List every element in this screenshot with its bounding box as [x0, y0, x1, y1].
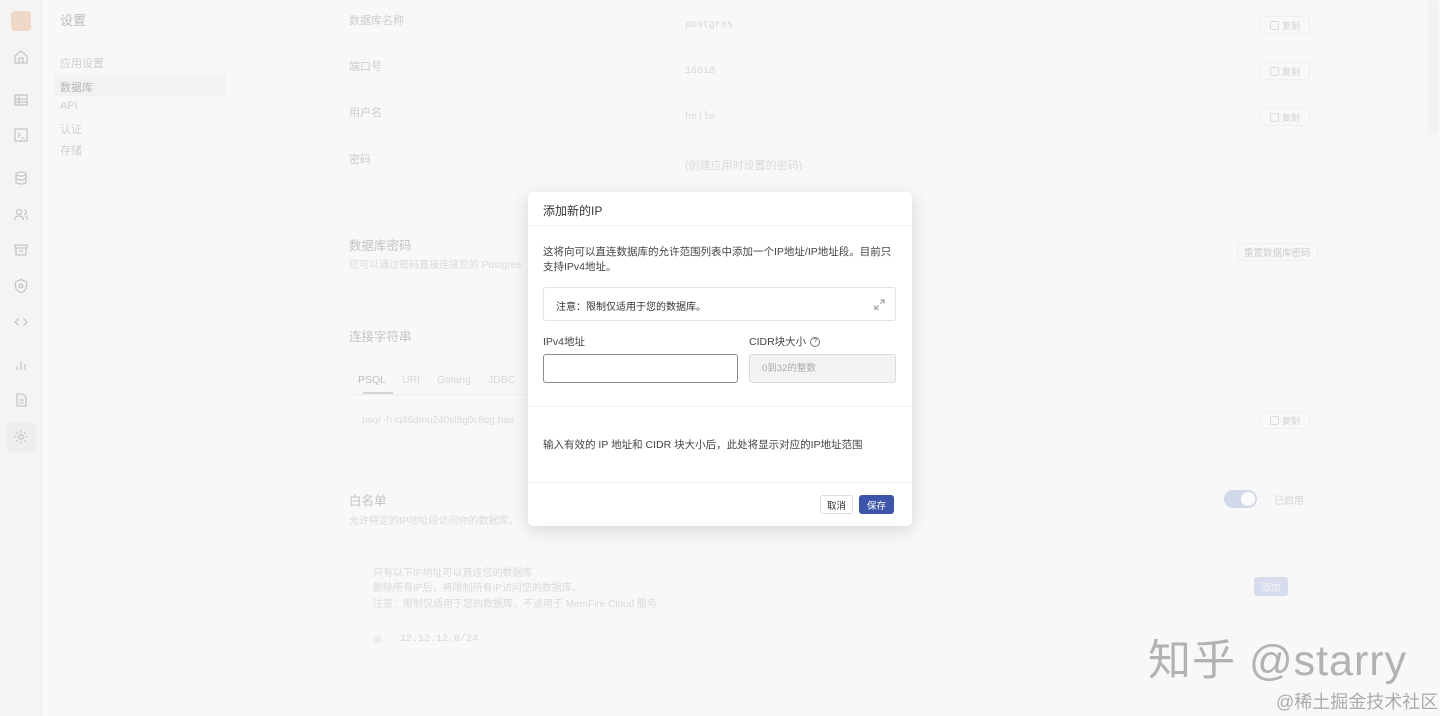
- watermark-juejin: @稀土掘金技术社区: [1276, 692, 1439, 712]
- watermark-zhihu: 知乎 @starry: [1148, 637, 1408, 685]
- cancel-button[interactable]: 取消: [820, 495, 853, 514]
- dialog-note-text: 注意：限制仅适用于您的数据库。: [556, 302, 706, 313]
- cidr-input[interactable]: [749, 354, 896, 383]
- ipv4-label: IPv4地址: [543, 336, 586, 348]
- dialog-title: 添加新的IP: [528, 192, 912, 226]
- dialog-range-hint: 输入有效的 IP 地址和 CIDR 块大小后，此处将显示对应的IP地址范围: [543, 439, 863, 451]
- expand-icon[interactable]: [874, 299, 885, 310]
- dialog-note[interactable]: 注意：限制仅适用于您的数据库。: [543, 287, 896, 321]
- dialog-description: 这将向可以直连数据库的允许范围列表中添加一个IP地址/IP地址段。目前只支持IP…: [543, 246, 892, 273]
- add-ip-dialog: 添加新的IP 这将向可以直连数据库的允许范围列表中添加一个IP地址/IP地址段。…: [528, 192, 912, 526]
- save-button[interactable]: 保存: [859, 495, 894, 514]
- ipv4-input[interactable]: [543, 354, 738, 383]
- dialog-divider: [528, 406, 912, 407]
- dialog-footer-divider: [528, 482, 912, 483]
- cidr-label-wrap: CIDR块大小?: [749, 334, 821, 349]
- help-icon[interactable]: ?: [810, 337, 821, 348]
- cidr-label: CIDR块大小: [749, 336, 807, 348]
